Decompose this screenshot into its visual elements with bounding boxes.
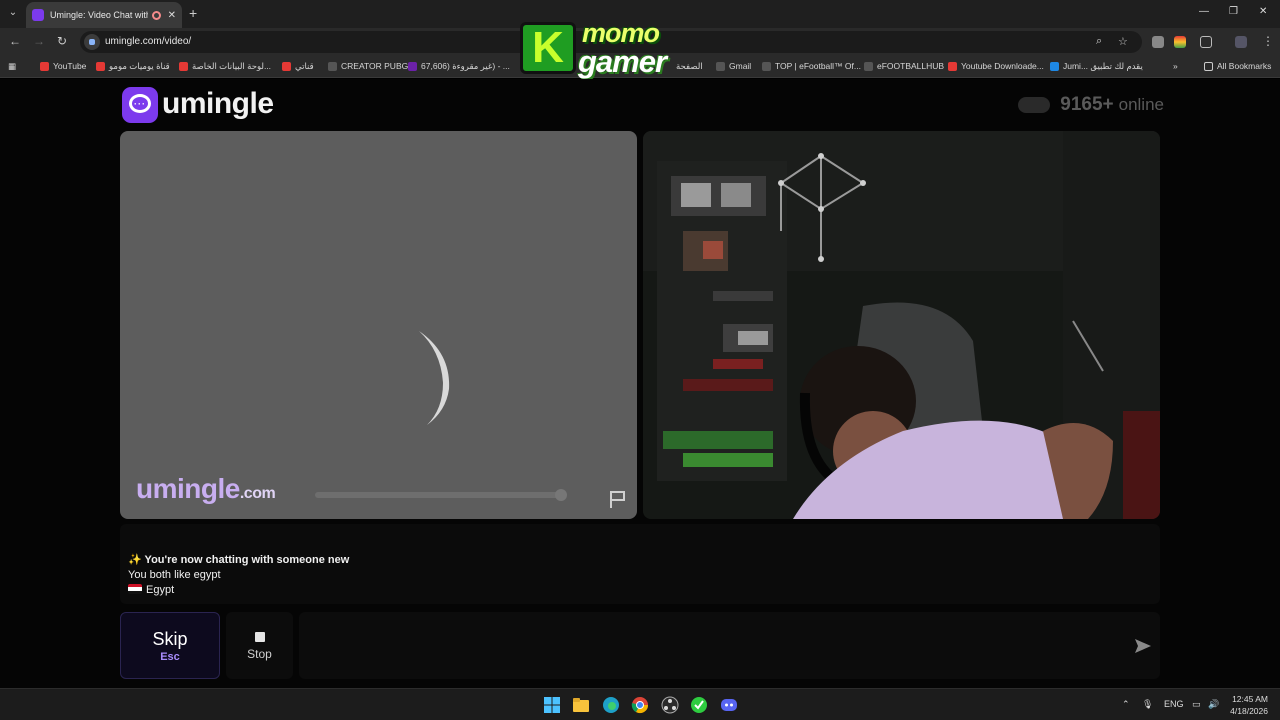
bookmark-item[interactable]: TOP | eFootball™ Of... xyxy=(762,61,861,71)
more-bookmarks-button[interactable]: » xyxy=(1173,61,1178,71)
close-window-icon[interactable]: ✕ xyxy=(1259,6,1267,17)
umingle-favicon-icon xyxy=(32,9,44,21)
online-count: 9165+ xyxy=(1060,94,1114,115)
bookmark-star-icon[interactable]: ☆ xyxy=(1118,35,1128,48)
stop-label: Stop xyxy=(247,647,272,661)
stranger-video-panel: umingle.com xyxy=(120,131,637,519)
chat-country-message: Egypt xyxy=(128,584,174,596)
umingle-logo-icon[interactable]: ··· xyxy=(122,87,158,123)
bookmark-item[interactable]: قناتي xyxy=(282,61,314,72)
recording-indicator-icon xyxy=(151,10,161,20)
skip-shortcut-hint: Esc xyxy=(160,651,180,663)
windows-taskbar: ⌃ 🎙 ENG ▭ 🔊 12:45 AM 4/18/2026 xyxy=(0,688,1280,720)
bookmark-item[interactable]: eFOOTBALLHUB xyxy=(864,61,944,71)
folder-icon xyxy=(1204,61,1213,71)
creator-icon xyxy=(328,61,337,71)
bookmark-item[interactable]: Jumi... يقدم لك تطبيق xyxy=(1050,61,1143,72)
online-indicator: 9165+ online xyxy=(1018,94,1164,116)
egypt-flag-icon xyxy=(128,584,142,594)
reload-icon[interactable]: ↻ xyxy=(57,34,67,48)
overlay-line-2: gamer xyxy=(578,44,667,79)
windows-start-icon[interactable] xyxy=(543,696,561,714)
forward-arrow-icon[interactable]: → xyxy=(33,34,45,48)
umingle-watermark: umingle.com xyxy=(136,473,276,504)
bookmark-item[interactable]: Youtube Downloade... xyxy=(948,61,1044,71)
yahoo-icon xyxy=(408,62,417,71)
chat-interest-message: You both like egypt xyxy=(128,569,221,581)
all-bookmarks-button[interactable]: All Bookmarks xyxy=(1204,61,1271,71)
chat-log: ✨ You're now chatting with someone new Y… xyxy=(120,524,1160,604)
efootballhub-icon xyxy=(864,61,873,71)
bookmark-item[interactable]: قناة يوميات مومو xyxy=(96,61,170,72)
clock-date: 4/18/2026 xyxy=(1230,706,1268,716)
zoom-icon[interactable]: ⌕ xyxy=(1096,35,1102,48)
downloader-icon xyxy=(948,61,957,71)
color-extension-icon[interactable] xyxy=(1174,36,1186,48)
obs-studio-icon[interactable] xyxy=(661,696,679,714)
file-explorer-icon[interactable] xyxy=(572,696,590,714)
umingle-page: ··· umingle 9165+ online umingle.com ✨ Y… xyxy=(0,79,1280,688)
self-camera-video xyxy=(643,131,1160,519)
site-info-icon[interactable] xyxy=(84,34,100,50)
loading-spinner-icon xyxy=(419,331,450,425)
brand-name[interactable]: umingle xyxy=(162,87,274,121)
clock-time: 12:45 AM xyxy=(1232,694,1268,704)
report-flag-icon[interactable] xyxy=(608,489,628,509)
connection-progress-bar xyxy=(315,489,567,501)
url-text[interactable]: umingle.com/video/ xyxy=(105,36,191,47)
close-tab-icon[interactable]: ✕ xyxy=(168,10,176,21)
progress-knob xyxy=(555,489,567,501)
tab-title: Umingle: Video Chat with S xyxy=(50,10,148,20)
restore-window-icon[interactable]: ❐ xyxy=(1229,6,1238,17)
send-icon[interactable] xyxy=(1134,637,1152,655)
show-hidden-icons-chevron-icon[interactable]: ⌃ xyxy=(1122,699,1130,710)
youtube-icon xyxy=(282,62,291,71)
stop-button[interactable]: Stop xyxy=(226,612,293,679)
back-arrow-icon[interactable]: ← xyxy=(9,34,21,48)
online-toggle[interactable] xyxy=(1018,97,1051,113)
system-clock[interactable]: 12:45 AM 4/18/2026 xyxy=(1222,693,1268,717)
bookmark-item[interactable]: لوحة البيانات الخاصة... xyxy=(179,61,271,72)
jumia-icon xyxy=(1050,62,1059,71)
bookmark-item[interactable]: CREATOR PUBG xyxy=(328,61,408,71)
new-tab-button[interactable]: + xyxy=(189,5,197,21)
discord-icon[interactable] xyxy=(720,696,738,714)
youtube-icon xyxy=(40,61,49,71)
youtube-icon xyxy=(179,62,188,71)
browser-menu-icon[interactable]: ⋮ xyxy=(1262,34,1274,48)
profile-avatar-icon[interactable] xyxy=(1235,36,1247,48)
language-indicator[interactable]: ENG xyxy=(1164,699,1184,709)
stop-icon xyxy=(254,632,265,642)
webcam-feed-image xyxy=(643,131,1160,519)
chrome-browser-icon[interactable] xyxy=(631,696,649,714)
minimize-window-icon[interactable]: — xyxy=(1199,6,1209,17)
message-input[interactable] xyxy=(299,612,1160,679)
browser-tab-umingle[interactable]: Umingle: Video Chat with S ✕ xyxy=(26,2,182,28)
online-label: online xyxy=(1118,95,1164,114)
gmail-icon xyxy=(716,61,725,71)
efootball-icon xyxy=(762,61,771,71)
streamer-overlay-logo: K momo gamer xyxy=(520,18,698,79)
youtube-icon xyxy=(96,62,105,71)
green-app-icon[interactable] xyxy=(690,696,708,714)
bookmark-item[interactable]: 67,606) غير مقروءة) - ... xyxy=(408,61,510,72)
bookmark-item[interactable]: YouTube xyxy=(40,61,86,71)
volume-icon[interactable]: 🔊 xyxy=(1208,699,1219,710)
edge-browser-icon[interactable] xyxy=(602,696,620,714)
bookmark-item[interactable]: Gmail xyxy=(716,61,751,71)
network-icon[interactable]: ▭ xyxy=(1192,699,1201,710)
extensions-puzzle-icon[interactable] xyxy=(1200,36,1212,48)
overlay-k-emblem: K xyxy=(520,22,576,74)
skip-button[interactable]: Skip Esc xyxy=(120,612,220,679)
microphone-icon[interactable]: 🎙 xyxy=(1142,699,1153,710)
tab-search-icon[interactable]: ⌄ xyxy=(5,5,21,21)
apps-grid-icon[interactable]: ▦ xyxy=(8,61,16,72)
skip-label: Skip xyxy=(152,629,188,649)
camera-extension-icon[interactable] xyxy=(1152,36,1164,48)
chat-status-message: ✨ You're now chatting with someone new xyxy=(128,554,350,566)
